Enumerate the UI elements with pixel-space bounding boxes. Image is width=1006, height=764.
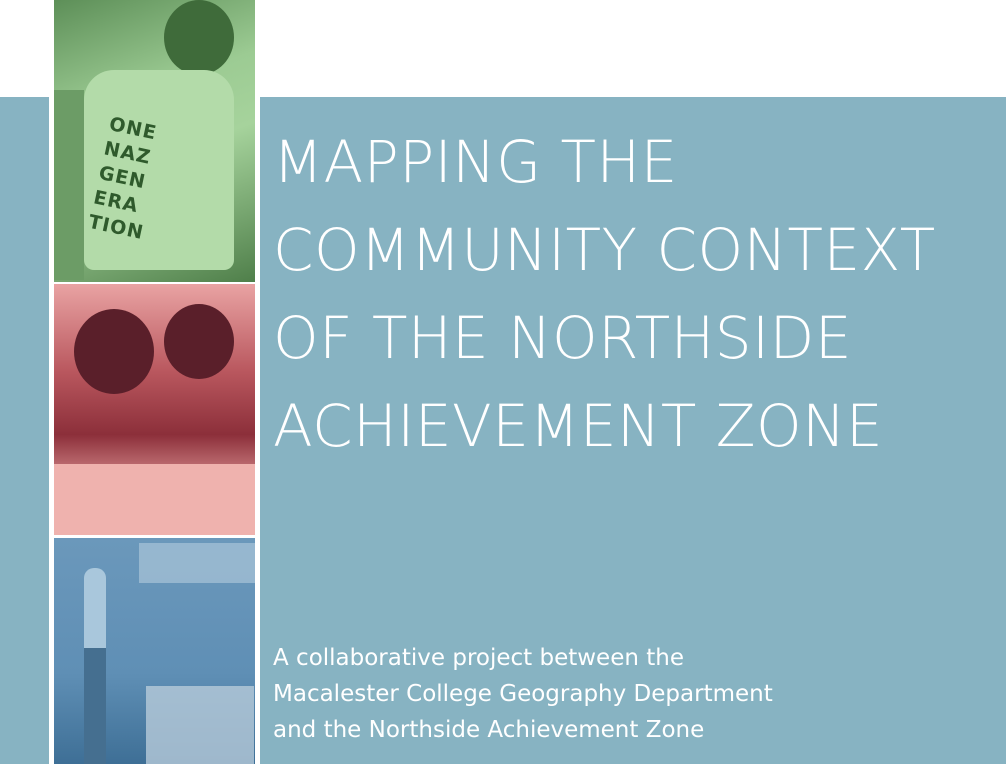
table-surface	[54, 464, 255, 535]
subtitle-line: and the Northside Achievement Zone	[273, 717, 705, 743]
title-line: MAPPING THE	[273, 128, 678, 196]
subtitle-line: A collaborative project between the	[273, 645, 684, 671]
child-head	[74, 309, 154, 394]
subtitle-line: Macalester College Geography Department	[273, 681, 773, 707]
title-line: ACHIEVEMENT ZONE	[273, 392, 884, 460]
photo-raised-hand-blue	[54, 538, 255, 764]
child-head	[164, 0, 234, 75]
background-child	[54, 90, 84, 280]
wall-poster	[146, 686, 254, 764]
title-line: COMMUNITY CONTEXT	[273, 216, 936, 284]
raised-hand	[84, 568, 106, 658]
photo-child-smiling-green: ONE NAZ GEN ERA TION	[54, 0, 255, 282]
raised-arm	[84, 648, 106, 764]
title-line: OF THE NORTHSIDE	[273, 304, 852, 372]
child-head	[164, 304, 234, 379]
cover-title: MAPPING THE COMMUNITY CONTEXT OF THE NOR…	[273, 118, 936, 470]
wall-poster	[139, 543, 255, 583]
photo-children-reading-pink	[54, 284, 255, 535]
cover-subtitle: A collaborative project between the Maca…	[273, 640, 773, 748]
